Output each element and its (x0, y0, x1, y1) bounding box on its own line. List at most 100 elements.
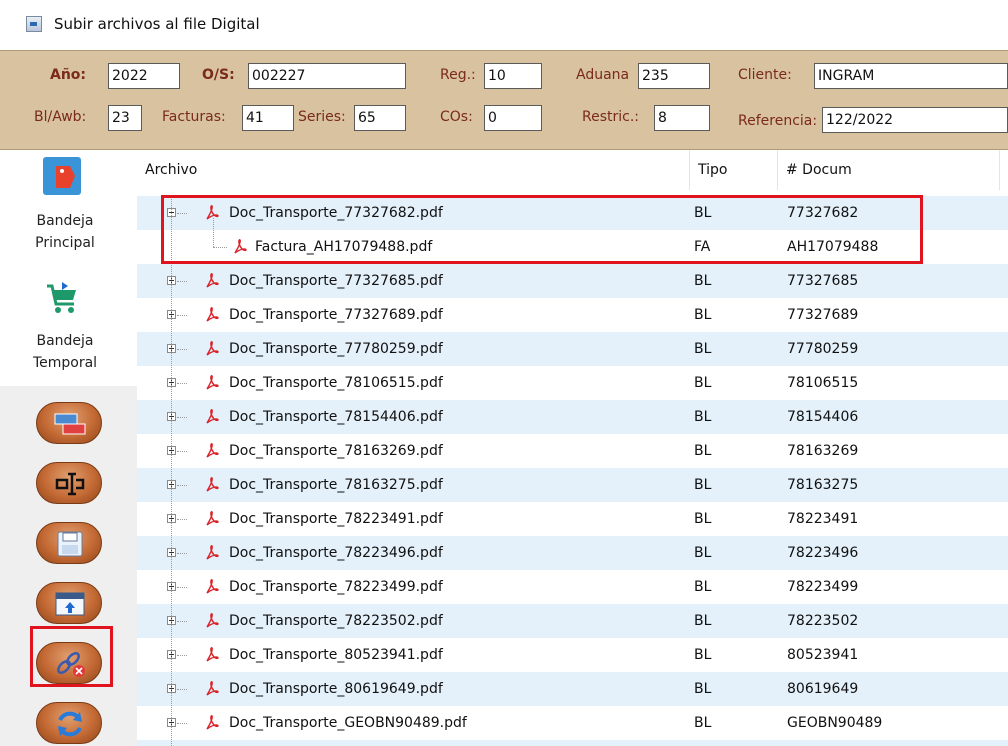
cos-field[interactable]: 0 (484, 105, 542, 131)
file-tipo: BL (694, 409, 712, 425)
rename-cursor-icon (55, 472, 85, 496)
file-tipo: BL (694, 477, 712, 493)
column-archivo[interactable]: Archivo (137, 150, 690, 190)
facturas-label: Facturas: (162, 109, 226, 125)
file-doc-number: GEOBN90490 (787, 740, 882, 746)
transfer-button[interactable] (36, 402, 102, 444)
file-row[interactable]: Doc_Transporte_80523941.pdf BL 80523941 (137, 638, 1008, 672)
file-name: Doc_Transporte_80619649.pdf (229, 681, 443, 697)
pdf-icon (206, 511, 219, 526)
pdf-icon (206, 715, 219, 730)
file-tipo: BL (694, 273, 712, 289)
file-doc-number: 77327689 (787, 307, 859, 323)
restric-label: Restric.: (582, 109, 640, 125)
cliente-field[interactable]: INGRAM (814, 63, 1008, 89)
save-button[interactable] (36, 522, 102, 564)
file-row[interactable]: Doc_Transporte_78163275.pdf BL 78163275 (137, 468, 1008, 502)
aduana-field[interactable]: 235 (638, 63, 710, 89)
os-field[interactable]: 002227 (248, 63, 406, 89)
nav-principal-label-2: Principal (35, 235, 95, 251)
refresh-icon (58, 711, 82, 737)
anio-field[interactable]: 2022 (108, 63, 180, 89)
pdf-icon (206, 545, 219, 560)
pdf-icon (206, 375, 219, 390)
tree-connector (177, 383, 187, 384)
file-name: Doc_Transporte_77780259.pdf (229, 341, 443, 357)
transfer-icon (54, 413, 86, 435)
reg-field[interactable]: 10 (484, 63, 542, 89)
column-docum[interactable]: # Docum (778, 150, 1000, 190)
file-name: Doc_Transporte_78223491.pdf (229, 511, 443, 527)
file-doc-number: 78163269 (787, 443, 859, 459)
file-tipo: BL (694, 307, 712, 323)
file-doc-number: 77327685 (787, 273, 859, 289)
tree-connector (177, 587, 187, 588)
file-tipo: BL (694, 681, 712, 697)
file-row[interactable]: Doc_Transporte_78106515.pdf BL 78106515 (137, 366, 1008, 400)
restric-field[interactable]: 8 (654, 105, 710, 131)
file-row[interactable]: Doc_Transporte_77327685.pdf BL 77327685 (137, 264, 1008, 298)
file-doc-number: 78223496 (787, 545, 859, 561)
file-row[interactable]: Doc_Transporte_77327689.pdf BL 77327689 (137, 298, 1008, 332)
tree-connector (177, 417, 187, 418)
file-row[interactable]: Doc_Transporte_78223502.pdf BL 78223502 (137, 604, 1008, 638)
pdf-icon (206, 307, 219, 322)
series-label: Series: (298, 109, 346, 125)
refresh-button[interactable] (36, 702, 102, 744)
file-name: Doc_Transporte_78223496.pdf (229, 545, 443, 561)
tree-connector (177, 349, 187, 350)
file-row[interactable]: Doc_Transporte_78223499.pdf BL 78223499 (137, 570, 1008, 604)
pdf-icon (206, 443, 219, 458)
file-doc-number: 78154406 (787, 409, 859, 425)
referencia-label: Referencia: (738, 113, 818, 129)
series-field[interactable]: 65 (354, 105, 406, 131)
tree-connector (177, 553, 187, 554)
facturas-field[interactable]: 41 (242, 105, 294, 131)
pdf-icon (206, 409, 219, 424)
tree-trunk-line (171, 196, 172, 746)
file-doc-number: 80619649 (787, 681, 859, 697)
upload-button[interactable] (36, 582, 102, 624)
tree-connector (177, 485, 187, 486)
file-tipo: BL (694, 647, 712, 663)
file-name: Doc_Transporte_78154406.pdf (229, 409, 443, 425)
pdf-icon (206, 613, 219, 628)
file-tipo: BL (694, 613, 712, 629)
file-row[interactable]: Doc_Transporte_78223491.pdf BL 78223491 (137, 502, 1008, 536)
blawb-field[interactable]: 23 (108, 105, 142, 131)
tree-connector (177, 689, 187, 690)
title-bar: Subir archivos al file Digital (0, 0, 1008, 50)
pdf-icon (206, 273, 219, 288)
file-row[interactable]: Doc_Transporte_78163269.pdf BL 78163269 (137, 434, 1008, 468)
blawb-label: Bl/Awb: (34, 109, 87, 125)
file-tipo: BL (694, 715, 712, 731)
file-doc-number: 78223491 (787, 511, 859, 527)
nav-principal-label-1: Bandeja (36, 213, 94, 229)
tree-connector (177, 315, 187, 316)
file-tipo: BL (694, 579, 712, 595)
file-name: Doc_Transporte_GEOBN90489.pdf (229, 715, 467, 731)
file-name: Doc_Transporte_78163275.pdf (229, 477, 443, 493)
file-row[interactable]: Doc_Transporte_78223496.pdf BL 78223496 (137, 536, 1008, 570)
nav-bandeja-principal[interactable]: Bandeja Principal (0, 150, 137, 268)
file-name: Doc_Transporte_GEOBN90490.pdf (229, 740, 467, 746)
file-row[interactable]: Doc_Transporte_GEOBN90490.pdf BL GEOBN9049… (137, 740, 1008, 746)
nav-bandeja-temporal[interactable]: Bandeja Temporal (0, 268, 137, 386)
nav-temporal-label-1: Bandeja (36, 333, 94, 349)
column-tipo[interactable]: Tipo (690, 150, 778, 190)
referencia-field[interactable]: 122/2022 (822, 107, 1008, 133)
file-row[interactable]: Doc_Transporte_GEOBN90489.pdf BL GEOBN9048… (137, 706, 1008, 740)
sidebar: Bandeja Principal Bandeja Temporal (0, 150, 137, 746)
file-doc-number: GEOBN90489 (787, 715, 883, 731)
window-title: Subir archivos al file Digital (54, 15, 260, 33)
file-row[interactable]: Doc_Transporte_78154406.pdf BL 78154406 (137, 400, 1008, 434)
file-row[interactable]: Doc_Transporte_77780259.pdf BL 77780259 (137, 332, 1008, 366)
rename-button[interactable] (36, 462, 102, 504)
file-row[interactable]: Doc_Transporte_80619649.pdf BL 80619649 (137, 672, 1008, 706)
file-doc-number: 78163275 (787, 477, 859, 493)
file-tree-list[interactable]: Archivo Tipo # Docum Doc_Transporte_7732… (137, 150, 1008, 746)
file-tipo: BL (694, 511, 712, 527)
upload-window-icon (55, 592, 85, 616)
file-tipo: BL (694, 341, 712, 357)
file-tipo: BL (694, 375, 712, 391)
